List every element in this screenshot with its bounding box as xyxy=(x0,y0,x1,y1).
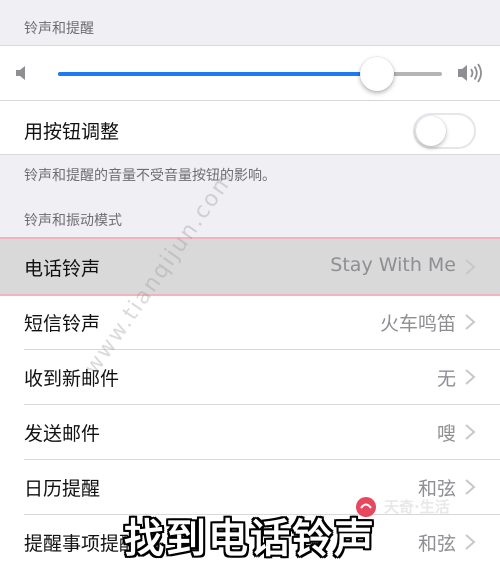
chevron-right-icon xyxy=(465,424,476,440)
section-header-sounds: 铃声和振动模式 xyxy=(24,213,122,229)
highlight-line-bottom xyxy=(0,294,500,296)
highlight-line-top xyxy=(0,237,500,239)
chevron-right-icon xyxy=(465,369,476,385)
chevron-right-icon xyxy=(465,314,476,330)
speaker-high-icon xyxy=(458,63,482,83)
row-value: 嗖 xyxy=(436,423,456,445)
slider-fill xyxy=(58,72,377,76)
list-item-sent-mail[interactable]: 发送邮件 嗖 xyxy=(0,404,500,459)
row-label: 电话铃声 xyxy=(24,258,101,280)
row-label: 发送邮件 xyxy=(24,423,101,445)
row-label: 短信铃声 xyxy=(24,313,101,335)
row-value: Stay With Me xyxy=(330,254,456,276)
change-with-buttons-label: 用按钮调整 xyxy=(24,121,120,143)
row-value: 火车鸣笛 xyxy=(379,313,456,335)
ringer-volume-slider[interactable] xyxy=(58,57,442,91)
change-with-buttons-toggle[interactable] xyxy=(413,113,476,149)
list-item-text-tone[interactable]: 短信铃声 火车鸣笛 xyxy=(0,294,500,349)
slider-knob[interactable] xyxy=(359,57,394,91)
caption-overlay: 找到电话铃声 xyxy=(124,516,376,562)
ringer-volume-row xyxy=(0,45,500,100)
list-item-ringtone[interactable]: 电话铃声 Stay With Me xyxy=(0,239,500,294)
speaker-low-icon xyxy=(16,66,25,80)
row-value: 无 xyxy=(436,368,456,390)
row-label: 日历提醒 xyxy=(24,478,101,500)
list-item-new-mail[interactable]: 收到新邮件 无 xyxy=(0,349,500,404)
chevron-right-icon xyxy=(465,259,476,275)
change-with-buttons-row: 用按钮调整 xyxy=(0,100,500,155)
section-header-ringer: 铃声和提醒 xyxy=(24,21,94,37)
toggle-knob xyxy=(416,116,446,146)
